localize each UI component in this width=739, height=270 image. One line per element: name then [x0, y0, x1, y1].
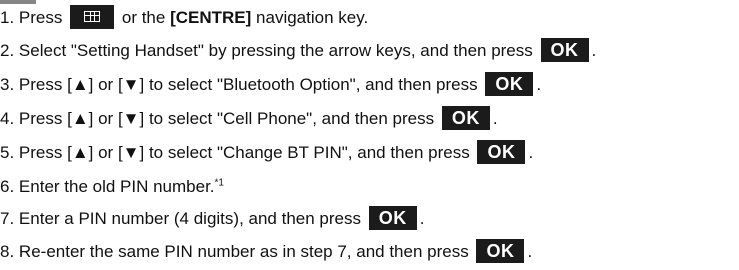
step-number: 4. — [0, 109, 15, 128]
step-end: . — [492, 109, 498, 128]
footnote-marker: *1 — [214, 177, 224, 189]
step-text: ] to select "Bluetooth Option", and then… — [139, 75, 478, 94]
step-text: Press [ — [18, 143, 72, 162]
step-text: Enter a PIN number (4 digits), and then … — [18, 209, 361, 228]
step-text: ] or [ — [88, 143, 123, 162]
step-text: Press — [18, 8, 63, 27]
step-1: 1. Press or the [CENTRE] navigation key. — [0, 4, 369, 32]
ok-key: OK — [441, 105, 490, 130]
step-text: navigation key. — [256, 8, 369, 27]
step-end: . — [527, 242, 533, 261]
step-end: . — [536, 75, 542, 94]
step-number: 3. — [0, 75, 15, 94]
up-arrow-icon: ▲ — [71, 143, 89, 162]
step-text: ] to select "Change BT PIN", and then pr… — [139, 143, 470, 162]
step-text: Re-enter the same PIN number as in step … — [18, 242, 469, 261]
step-text: Press [ — [18, 109, 72, 128]
step-end: . — [591, 41, 597, 60]
step-8: 8. Re-enter the same PIN number as in st… — [0, 238, 533, 266]
step-text: Select "Setting Handset" by pressing the… — [18, 41, 533, 60]
step-text: or the — [121, 8, 166, 27]
step-end: . — [419, 209, 425, 228]
step-end: . — [528, 143, 534, 162]
ok-key: OK — [477, 139, 526, 164]
centre-key-label: [CENTRE] — [170, 8, 252, 27]
step-5: 5. Press [▲] or [▼] to select "Change BT… — [0, 139, 534, 167]
step-3: 3. Press [▲] or [▼] to select "Bluetooth… — [0, 71, 542, 99]
step-number: 2. — [0, 41, 15, 60]
step-text: ] to select "Cell Phone", and then press — [139, 109, 435, 128]
step-number: 6. — [0, 177, 15, 196]
menu-grid-icon — [84, 10, 101, 22]
step-number: 8. — [0, 242, 15, 261]
ok-key: OK — [485, 71, 534, 96]
up-arrow-icon: ▲ — [71, 109, 89, 128]
step-4: 4. Press [▲] or [▼] to select "Cell Phon… — [0, 105, 498, 133]
step-2: 2. Select "Setting Handset" by pressing … — [0, 37, 597, 65]
step-number: 5. — [0, 143, 15, 162]
up-arrow-icon: ▲ — [71, 75, 89, 94]
step-text: Enter the old PIN number. — [18, 177, 215, 196]
step-number: 1. — [0, 8, 15, 27]
clipped-heading-fragment — [0, 0, 36, 4]
step-text: ] or [ — [88, 109, 123, 128]
step-text: Press [ — [18, 75, 72, 94]
down-arrow-icon: ▼ — [122, 109, 140, 128]
down-arrow-icon: ▼ — [122, 75, 140, 94]
menu-key — [70, 4, 115, 29]
ok-key: OK — [476, 238, 525, 263]
down-arrow-icon: ▼ — [122, 143, 140, 162]
step-number: 7. — [0, 209, 15, 228]
ok-key: OK — [540, 37, 589, 62]
step-7: 7. Enter a PIN number (4 digits), and th… — [0, 205, 425, 233]
ok-key: OK — [368, 205, 417, 230]
step-text: ] or [ — [88, 75, 123, 94]
step-6: 6. Enter the old PIN number.*1 — [0, 177, 224, 201]
